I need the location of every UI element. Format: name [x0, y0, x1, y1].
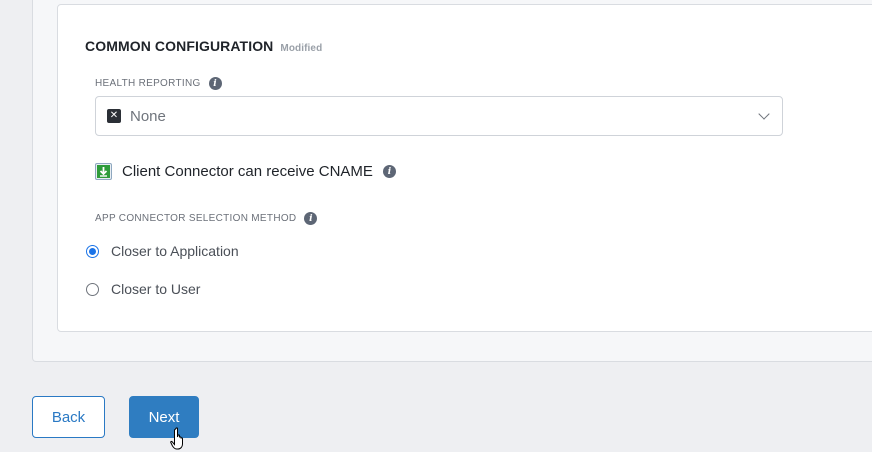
info-icon[interactable]: i	[208, 77, 222, 90]
cname-row[interactable]: Client Connector can receive CNAME i	[95, 163, 396, 180]
section-title: COMMON CONFIGURATION Modified	[85, 38, 322, 54]
health-reporting-select[interactable]: ✕ None	[95, 96, 783, 136]
download-arrow-icon	[97, 165, 110, 178]
section-title-text: COMMON CONFIGURATION	[85, 38, 274, 54]
info-icon[interactable]: i	[304, 212, 318, 225]
download-checkbox-icon[interactable]	[95, 163, 112, 180]
radio-button-selected[interactable]	[86, 244, 99, 258]
health-reporting-value: None	[130, 107, 166, 125]
radio-button[interactable]	[86, 282, 99, 296]
hand-cursor-icon	[170, 427, 183, 450]
selection-method-label: APP CONNECTOR SELECTION METHOD i	[95, 212, 318, 225]
health-reporting-label: HEALTH REPORTING i	[95, 77, 222, 90]
health-reporting-label-text: HEALTH REPORTING	[95, 78, 201, 89]
radio-label: Closer to Application	[111, 243, 239, 259]
back-button[interactable]: Back	[32, 396, 105, 438]
chevron-down-icon	[758, 108, 770, 120]
selection-method-label-text: APP CONNECTOR SELECTION METHOD	[95, 213, 297, 224]
info-icon[interactable]: i	[382, 165, 396, 178]
radio-label: Closer to User	[111, 281, 201, 297]
x-square-icon: ✕	[107, 109, 121, 123]
radio-option-closer-to-user[interactable]: Closer to User	[86, 281, 200, 297]
modified-badge: Modified	[280, 43, 323, 54]
radio-option-closer-to-application[interactable]: Closer to Application	[86, 243, 239, 259]
cname-label: Client Connector can receive CNAME	[122, 163, 373, 180]
